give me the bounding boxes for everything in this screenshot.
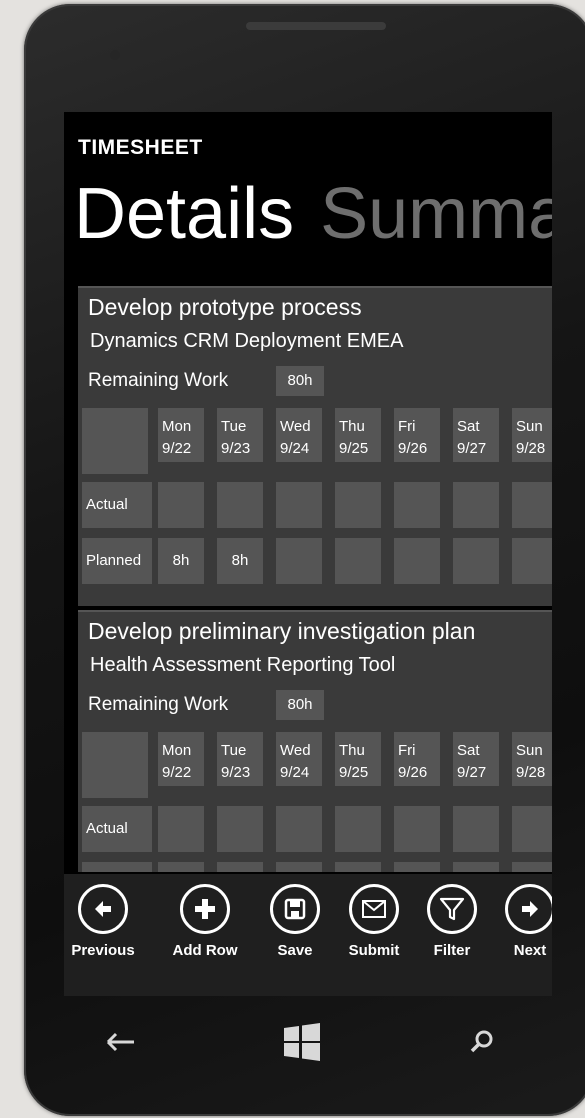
- day-header-mon: Mon 9/22: [158, 732, 204, 786]
- planned-cell-sun[interactable]: [512, 862, 552, 872]
- search-icon[interactable]: [462, 1022, 502, 1062]
- previous-label: Previous: [71, 942, 135, 959]
- save-label: Save: [277, 942, 313, 959]
- actual-cell-sun[interactable]: [512, 482, 552, 528]
- filter-label: Filter: [433, 942, 471, 959]
- grid-corner-cell: [82, 408, 148, 474]
- actual-cell-wed[interactable]: [276, 806, 322, 852]
- plus-icon: [180, 884, 230, 934]
- pivot-header: Details Summa: [74, 178, 552, 250]
- actual-cell-sat[interactable]: [453, 806, 499, 852]
- earpiece-speaker: [246, 22, 386, 30]
- task-title: Develop preliminary investigation plan: [88, 618, 476, 644]
- save-disk-icon: [270, 884, 320, 934]
- actual-cell-tue[interactable]: [217, 806, 263, 852]
- task-list[interactable]: Develop prototype process Dynamics CRM D…: [78, 286, 552, 872]
- submit-button[interactable]: Submit: [334, 884, 414, 959]
- add-row-label: Add Row: [172, 942, 238, 959]
- planned-cell-wed[interactable]: [276, 862, 322, 872]
- app-title: TIMESHEET: [78, 136, 203, 159]
- next-label: Next: [513, 942, 547, 959]
- remaining-work-label: Remaining Work: [88, 694, 229, 715]
- envelope-icon: [349, 884, 399, 934]
- planned-cell-mon[interactable]: 8h: [158, 538, 204, 584]
- arrow-right-icon: [505, 884, 552, 934]
- day-header-tue: Tue 9/23: [217, 408, 263, 462]
- pivot-item-summary[interactable]: Summa: [320, 174, 552, 254]
- planned-cell-sun[interactable]: [512, 538, 552, 584]
- planned-row-label: Planned: [82, 538, 152, 584]
- day-header-wed: Wed 9/24: [276, 408, 322, 462]
- remaining-work-label: Remaining Work: [88, 370, 229, 391]
- task-card: Develop preliminary investigation plan H…: [78, 610, 552, 872]
- phone-screen: TIMESHEET Details Summa Develop prototype…: [64, 112, 552, 996]
- day-header-wed: Wed 9/24: [276, 732, 322, 786]
- save-button[interactable]: Save: [255, 884, 335, 959]
- remaining-work-value[interactable]: 80h: [276, 690, 324, 720]
- add-row-button[interactable]: Add Row: [165, 884, 245, 959]
- planned-cell-thu[interactable]: [335, 538, 381, 584]
- task-project: Health Assessment Reporting Tool: [90, 654, 396, 676]
- planned-cell-fri[interactable]: [394, 862, 440, 872]
- actual-cell-fri[interactable]: [394, 806, 440, 852]
- day-header-sun: Sun 9/28: [512, 732, 552, 786]
- planned-cell-tue[interactable]: 8h: [217, 538, 263, 584]
- next-button[interactable]: Next: [490, 884, 552, 959]
- windows-logo-icon[interactable]: [282, 1022, 322, 1062]
- planned-cell-sat[interactable]: [453, 862, 499, 872]
- day-header-fri: Fri 9/26: [394, 732, 440, 786]
- submit-label: Submit: [348, 942, 400, 959]
- actual-row-label: Actual: [82, 806, 152, 852]
- day-header-mon: Mon 9/22: [158, 408, 204, 462]
- planned-cell-mon[interactable]: [158, 862, 204, 872]
- planned-cell-fri[interactable]: [394, 538, 440, 584]
- filter-funnel-icon: [427, 884, 477, 934]
- pivot-item-details[interactable]: Details: [74, 174, 294, 254]
- planned-cell-thu[interactable]: [335, 862, 381, 872]
- task-project: Dynamics CRM Deployment EMEA: [90, 330, 404, 352]
- day-header-sat: Sat 9/27: [453, 732, 499, 786]
- day-header-sun: Sun 9/28: [512, 408, 552, 462]
- actual-cell-thu[interactable]: [335, 482, 381, 528]
- actual-cell-fri[interactable]: [394, 482, 440, 528]
- planned-row-label: Planned: [82, 862, 152, 872]
- previous-button[interactable]: Previous: [64, 884, 143, 959]
- back-arrow-icon[interactable]: [100, 1022, 140, 1062]
- application-bar: Previous Add Row Save Submit Filter Next: [64, 874, 552, 996]
- actual-cell-thu[interactable]: [335, 806, 381, 852]
- arrow-left-icon: [78, 884, 128, 934]
- planned-cell-wed[interactable]: [276, 538, 322, 584]
- filter-button[interactable]: Filter: [412, 884, 492, 959]
- remaining-work-value[interactable]: 80h: [276, 366, 324, 396]
- actual-cell-tue[interactable]: [217, 482, 263, 528]
- day-header-tue: Tue 9/23: [217, 732, 263, 786]
- actual-cell-sun[interactable]: [512, 806, 552, 852]
- grid-corner-cell: [82, 732, 148, 798]
- front-camera: [110, 50, 120, 60]
- actual-cell-mon[interactable]: [158, 482, 204, 528]
- day-header-sat: Sat 9/27: [453, 408, 499, 462]
- task-title: Develop prototype process: [88, 294, 362, 320]
- day-header-thu: Thu 9/25: [335, 408, 381, 462]
- actual-cell-mon[interactable]: [158, 806, 204, 852]
- planned-cell-tue[interactable]: [217, 862, 263, 872]
- day-header-fri: Fri 9/26: [394, 408, 440, 462]
- task-card: Develop prototype process Dynamics CRM D…: [78, 286, 552, 606]
- day-header-thu: Thu 9/25: [335, 732, 381, 786]
- actual-row-label: Actual: [82, 482, 152, 528]
- actual-cell-sat[interactable]: [453, 482, 499, 528]
- actual-cell-wed[interactable]: [276, 482, 322, 528]
- planned-cell-sat[interactable]: [453, 538, 499, 584]
